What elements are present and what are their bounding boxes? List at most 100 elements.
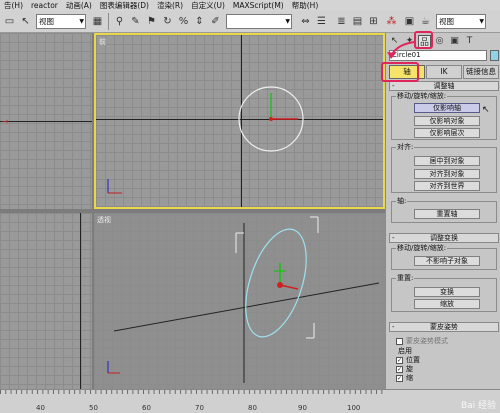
material-editor-icon[interactable]: ⁂ <box>384 14 399 29</box>
main-toolbar: ▭ ↖ 视图 ▼ ▦ ⚲ ✎ ⚑ ↻ % ⇕ ✐ ▼ ⇔ ☰ ≣ ▤ ⊞ ⁂ ▣… <box>0 11 500 33</box>
display-icon[interactable]: ▣ <box>448 35 461 48</box>
scale-label: 缩 <box>406 374 413 382</box>
group-title: 对齐: <box>396 142 415 152</box>
snap-icon[interactable]: ⚑ <box>144 14 159 29</box>
viewport-area: → 前 透视 <box>0 33 385 389</box>
pivot-center-icon[interactable]: ▦ <box>90 14 105 29</box>
collapse-icon: - <box>392 82 395 90</box>
axis-arrow-icon: → <box>2 117 9 126</box>
layer-icon[interactable]: ☰ <box>314 14 329 29</box>
menu-graph-editors[interactable]: 图表编辑器(D) <box>96 0 153 11</box>
render-setup-icon[interactable]: ▣ <box>402 14 417 29</box>
viewport-perspective[interactable]: 透视 <box>94 213 385 389</box>
center-to-object-button[interactable]: 居中到对象 <box>414 156 480 166</box>
group-title: 移动/旋转/缩放: <box>396 91 448 101</box>
front-circle-graphic <box>107 86 304 194</box>
rotation-checkbox[interactable]: ✓ <box>396 365 403 373</box>
mouse-cursor-icon: ↖ <box>482 105 490 115</box>
scale-checkbox[interactable]: ✓ <box>396 374 403 382</box>
ruler-number: 80 <box>248 404 257 412</box>
menu-help-prev[interactable]: 告(H) <box>0 0 27 11</box>
viewport-axis-line <box>80 213 81 389</box>
dont-affect-children-button[interactable]: 不影响子对象 <box>414 256 480 266</box>
group-pivot: 轴: 重置轴 <box>391 196 497 223</box>
affect-pivot-only-button[interactable]: 仅影响轴 <box>414 103 480 113</box>
rollout-skin-pose[interactable]: - 蒙皮姿势 <box>389 322 499 332</box>
tab-link-info[interactable]: 链接信息 <box>463 65 499 79</box>
motion-icon[interactable]: ◎ <box>433 35 446 48</box>
viewport-bottom-left[interactable] <box>0 213 92 389</box>
reset-transform-button[interactable]: 变换 <box>414 287 480 297</box>
group-title: 重置: <box>396 273 415 283</box>
render-view-select[interactable]: 视图 ▼ <box>436 14 486 29</box>
menu-reactor[interactable]: reactor <box>27 0 62 11</box>
skin-pose-mode-checkbox[interactable] <box>396 337 403 345</box>
timeline-ruler[interactable]: 40 50 60 70 80 90 100 Bai 经验 <box>0 389 500 413</box>
group-move-rotate-scale: 移动/旋转/缩放: 仅影响轴 仅影响对象 仅影响层次 <box>391 91 497 140</box>
rollout-adjust-transform[interactable]: - 调整变换 <box>389 233 499 243</box>
align-to-world-button[interactable]: 对齐到世界 <box>414 181 480 191</box>
position-checkbox[interactable]: ✓ <box>396 356 403 364</box>
rollout-title: 调整变换 <box>430 234 458 242</box>
reference-coord-value: 视图 <box>39 17 54 26</box>
ruler-number: 50 <box>89 404 98 412</box>
ruler-number: 60 <box>142 404 151 412</box>
affect-hierarchy-only-button[interactable]: 仅影响层次 <box>414 128 480 138</box>
reset-scale-button[interactable]: 缩放 <box>414 299 480 309</box>
rollout-adjust-pivot[interactable]: - 调整轴 <box>389 81 499 91</box>
watermark-text: Bai 经验 <box>460 401 496 411</box>
group-reset: 重置: 变换 缩放 <box>391 273 497 312</box>
scale-row[interactable]: ✓ 缩 <box>396 373 413 383</box>
utilities-icon[interactable]: T <box>463 35 476 48</box>
align-to-object-button[interactable]: 对齐到对象 <box>414 169 480 179</box>
ruler-number: 100 <box>347 404 361 412</box>
select-icon[interactable]: ↖ <box>18 14 33 29</box>
collapse-icon: - <box>392 323 395 331</box>
command-panel: ↖ ✦ 品 ◎ ▣ T Circle01 轴 IK 链接信息 - 调整轴 移动/… <box>385 33 500 389</box>
menu-customize[interactable]: 自定义(U) <box>187 0 229 11</box>
chevron-down-icon: ▼ <box>479 18 484 25</box>
mirror-tool-icon[interactable]: ⇔ <box>298 14 313 29</box>
ruler-ticks <box>0 390 385 404</box>
object-color-swatch[interactable] <box>490 50 499 61</box>
tab-ik[interactable]: IK <box>426 65 462 79</box>
viewport-axis-line <box>0 121 92 122</box>
rollout-title: 蒙皮姿势 <box>430 323 458 331</box>
render-view-value: 视图 <box>439 17 454 26</box>
schematic-view-icon[interactable]: ⊞ <box>366 14 381 29</box>
reset-pivot-button[interactable]: 重置轴 <box>414 209 480 219</box>
align-icon[interactable]: ✎ <box>128 14 143 29</box>
layer-manager-icon[interactable]: ≣ <box>334 14 349 29</box>
viewport-top-left[interactable]: → <box>0 33 92 209</box>
highlight-pivot-tab <box>381 62 419 82</box>
group-title: 移动/旋转/缩放: <box>396 243 448 253</box>
skin-pose-mode-row[interactable]: 蒙皮姿势模式 <box>396 336 448 346</box>
perspective-graphic <box>107 216 380 383</box>
affect-object-only-button[interactable]: 仅影响对象 <box>414 116 480 126</box>
menu-animation[interactable]: 动画(A) <box>62 0 96 11</box>
select-region-icon[interactable]: ▭ <box>2 14 17 29</box>
edit-named-selection-icon[interactable]: ✐ <box>208 14 223 29</box>
ruler-number: 90 <box>298 404 307 412</box>
named-selection-select[interactable]: ▼ <box>226 14 292 29</box>
menu-bar: 告(H) reactor 动画(A) 图表编辑器(D) 渲染(R) 自定义(U)… <box>0 0 500 11</box>
quick-render-icon[interactable]: ☕ <box>418 14 433 29</box>
curve-editor-icon[interactable]: ▤ <box>350 14 365 29</box>
chevron-down-icon: ▼ <box>285 18 290 25</box>
collapse-icon: - <box>392 234 395 242</box>
menu-maxscript[interactable]: MAXScript(M) <box>229 0 288 11</box>
mirror-icon[interactable]: ⚲ <box>112 14 127 29</box>
menu-help[interactable]: 帮助(H) <box>288 0 323 11</box>
group-title: 轴: <box>396 196 408 206</box>
group-transform-move: 移动/旋转/缩放: 不影响子对象 <box>391 243 497 270</box>
viewport-front[interactable]: 前 <box>94 33 385 209</box>
spinner-snap-icon[interactable]: ⇕ <box>192 14 207 29</box>
percent-snap-icon[interactable]: % <box>176 14 191 29</box>
chevron-down-icon: ▼ <box>79 18 84 25</box>
angle-snap-icon[interactable]: ↻ <box>160 14 175 29</box>
reference-coord-select[interactable]: 视图 ▼ <box>36 14 86 29</box>
highlight-arrow <box>387 41 416 59</box>
toolbar-separator <box>108 13 109 30</box>
menu-rendering[interactable]: 渲染(R) <box>153 0 187 11</box>
ruler-number: 70 <box>195 404 204 412</box>
